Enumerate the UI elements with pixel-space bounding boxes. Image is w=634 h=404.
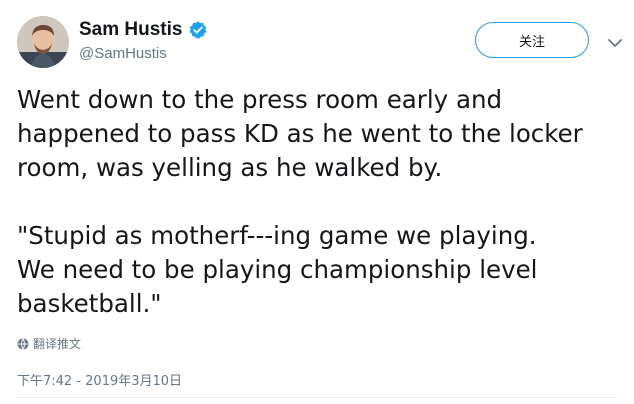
avatar[interactable] [17,16,69,68]
tweet-paragraph: Went down to the press room early and ha… [17,85,583,182]
translate-tweet-link[interactable]: 翻译推文 [17,335,81,352]
divider [17,397,617,398]
name-row: Sam Hustis [79,19,208,41]
user-handle[interactable]: @SamHustis [79,45,167,62]
chevron-down-icon[interactable] [607,34,623,47]
display-name[interactable]: Sam Hustis [79,19,182,41]
globe-icon [17,337,29,350]
translate-label: 翻译推文 [33,337,82,351]
tweet-quote-paragraph: "Stupid as motherf---ing game we playing… [17,221,538,318]
tweet-text: Went down to the press room early and ha… [17,83,629,321]
tweet-card: Sam Hustis @SamHustis 关注 Went down to th… [0,0,634,404]
tweet-timestamp[interactable]: 下午7:42 - 2019年3月10日 [17,370,182,389]
verified-badge-icon [188,20,208,40]
follow-button[interactable]: 关注 [475,22,589,58]
